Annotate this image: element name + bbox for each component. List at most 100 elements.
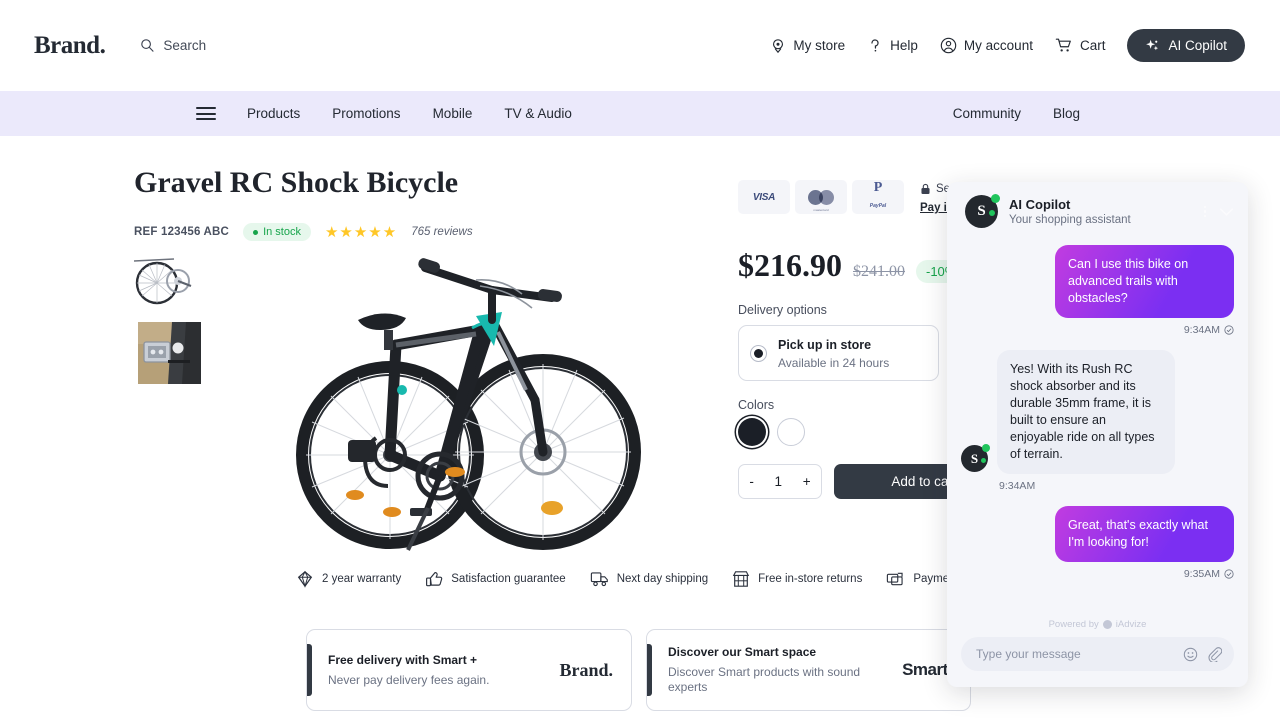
chat-message-input[interactable] (976, 647, 1183, 661)
feature-label: Free in-store returns (758, 573, 863, 585)
chat-message-assistant-1: S Yes! With its Rush RC shock absorber a… (961, 350, 1234, 492)
nav-links-right: Community Blog (953, 106, 1080, 121)
nav-item-blog[interactable]: Blog (1053, 106, 1080, 121)
header-actions: My store Help My account Cart AI Copilot (770, 29, 1245, 62)
feature-label: Satisfaction guarantee (451, 573, 566, 585)
chat-bubble: Great, that's exactly what I'm looking f… (1055, 506, 1234, 562)
delivery-option-pickup[interactable]: Pick up in store Available in 24 hours (738, 325, 939, 381)
header-item-cart[interactable]: Cart (1055, 37, 1105, 54)
quantity-stepper[interactable]: - 1 + (738, 464, 822, 499)
thumbnail-image-2[interactable] (138, 322, 201, 384)
assistant-avatar-small: S (961, 444, 990, 472)
more-options-icon[interactable] (1203, 205, 1206, 218)
user-circle-icon (940, 37, 957, 54)
credit-cards-icon (887, 572, 903, 586)
accent-dot-icon (981, 458, 986, 463)
message-read-icon (1224, 325, 1234, 335)
delivery-option-text: Pick up in store Available in 24 hours (778, 336, 889, 370)
search-input[interactable]: Search (140, 38, 206, 53)
promo-smart-logo: Smart. (902, 660, 952, 680)
feature-list: 2 year warranty Satisfaction guarantee N… (296, 570, 984, 588)
radio-button[interactable] (750, 344, 767, 362)
quantity-value: 1 (774, 474, 783, 489)
thumbs-up-icon (426, 572, 443, 587)
ai-copilot-button[interactable]: AI Copilot (1127, 29, 1245, 62)
nav-item-mobile[interactable]: Mobile (433, 106, 473, 121)
header-item-my-account[interactable]: My account (940, 37, 1033, 54)
mastercard-label: mastercard (813, 207, 829, 212)
chat-subtitle: Your shopping assistant (1009, 214, 1131, 226)
chat-timestamp: 9:35AM (1184, 568, 1234, 580)
review-count[interactable]: 765 reviews (411, 226, 472, 238)
price-block: $216.90 $241.00 -10% (738, 247, 967, 284)
thumbnail-image-1[interactable] (134, 255, 200, 310)
nav-item-community[interactable]: Community (953, 106, 1021, 121)
chat-time-text: 9:34AM (1183, 324, 1220, 336)
promo-subtitle: Discover Smart products with sound exper… (668, 665, 861, 694)
search-placeholder-text: Search (163, 38, 207, 53)
promo-subtitle: Never pay delivery fees again. (328, 672, 490, 687)
status-badge-label: In stock (263, 226, 301, 238)
chat-timestamp: 9:34AM (999, 480, 1036, 492)
chat-message-user-2: Great, that's exactly what I'm looking f… (961, 506, 1234, 580)
promo-card-smart-space[interactable]: Discover our Smart space Discover Smart … (646, 629, 971, 711)
brand-logo[interactable]: Brand. (34, 32, 106, 60)
assistant-avatar: S (961, 444, 990, 472)
main-nav: Products Promotions Mobile TV & Audio Co… (0, 91, 1280, 136)
question-mark-icon (871, 38, 879, 52)
nav-item-promotions[interactable]: Promotions (332, 106, 400, 121)
header-item-label: Help (890, 38, 918, 53)
promo-title: Discover our Smart space (668, 645, 817, 659)
online-status-dot-icon (982, 444, 990, 452)
chat-input-row[interactable] (961, 637, 1234, 671)
header-item-label: My account (963, 38, 1033, 53)
nav-item-products[interactable]: Products (247, 106, 300, 121)
feature-shipping: Next day shipping (590, 570, 708, 588)
nav-links-left: Products Promotions Mobile TV & Audio (247, 106, 572, 121)
promo-text: Discover our Smart space Discover Smart … (668, 645, 864, 695)
header-item-help[interactable]: Help (867, 38, 918, 54)
chat-message-user-1: Can I use this bike on advanced trails w… (961, 245, 1234, 336)
color-swatch-black[interactable] (738, 418, 766, 446)
chevron-down-icon[interactable] (1219, 207, 1234, 217)
chat-messages: Can I use this bike on advanced trails w… (947, 239, 1248, 615)
feature-satisfaction: Satisfaction guarantee (425, 570, 566, 588)
chat-bubble-wrap: Yes! With its Rush RC shock absorber and… (997, 350, 1175, 492)
product-meta: REF 123456 ABC In stock ★★★★★ 765 review… (134, 223, 473, 241)
search-icon (141, 39, 155, 52)
visa-label: VISA (752, 191, 776, 203)
emoji-icon[interactable] (1183, 647, 1198, 662)
gallery-thumbnails (134, 255, 201, 384)
feature-warranty: 2 year warranty (296, 570, 401, 588)
powered-by-brand: iAdvize (1115, 619, 1147, 630)
chat-title-block: AI Copilot Your shopping assistant (1009, 197, 1131, 226)
attachment-icon[interactable] (1207, 646, 1222, 662)
page-title: Gravel RC Shock Bicycle (134, 166, 459, 199)
product-hero-image[interactable] (280, 250, 660, 570)
chat-time-text: 9:35AM (1183, 568, 1220, 580)
header-item-my-store[interactable]: My store (770, 38, 845, 54)
color-swatch-white[interactable] (777, 418, 805, 446)
chat-bubble: Yes! With its Rush RC shock absorber and… (997, 350, 1175, 474)
paypal-badge: P PayPal (852, 180, 904, 214)
promo-card-free-delivery[interactable]: Free delivery with Smart + Never pay del… (306, 629, 632, 711)
promo-text: Free delivery with Smart + Never pay del… (328, 653, 489, 688)
powered-by: Powered by iAdvize (947, 615, 1248, 637)
delivery-option-subtitle: Available in 24 hours (778, 356, 890, 370)
nav-item-tv-audio[interactable]: TV & Audio (504, 106, 572, 121)
chat-title: AI Copilot (1009, 197, 1071, 212)
quantity-decrease-button[interactable]: - (749, 474, 754, 489)
delivery-truck-icon (590, 572, 608, 587)
feature-label: 2 year warranty (322, 573, 402, 585)
quantity-increase-button[interactable]: + (803, 474, 811, 489)
status-badge: In stock (243, 223, 311, 241)
iadvize-logo-icon (1102, 620, 1112, 629)
status-dot-icon (253, 229, 259, 235)
mastercard-badge: mastercard (795, 180, 847, 214)
ai-copilot-button-label: AI Copilot (1168, 38, 1227, 53)
hamburger-menu-icon[interactable] (196, 107, 216, 120)
online-status-dot-icon (991, 194, 1000, 203)
delivery-option-title: Pick up in store (778, 338, 872, 352)
original-price: $241.00 (853, 263, 905, 280)
location-pin-icon (773, 38, 784, 53)
